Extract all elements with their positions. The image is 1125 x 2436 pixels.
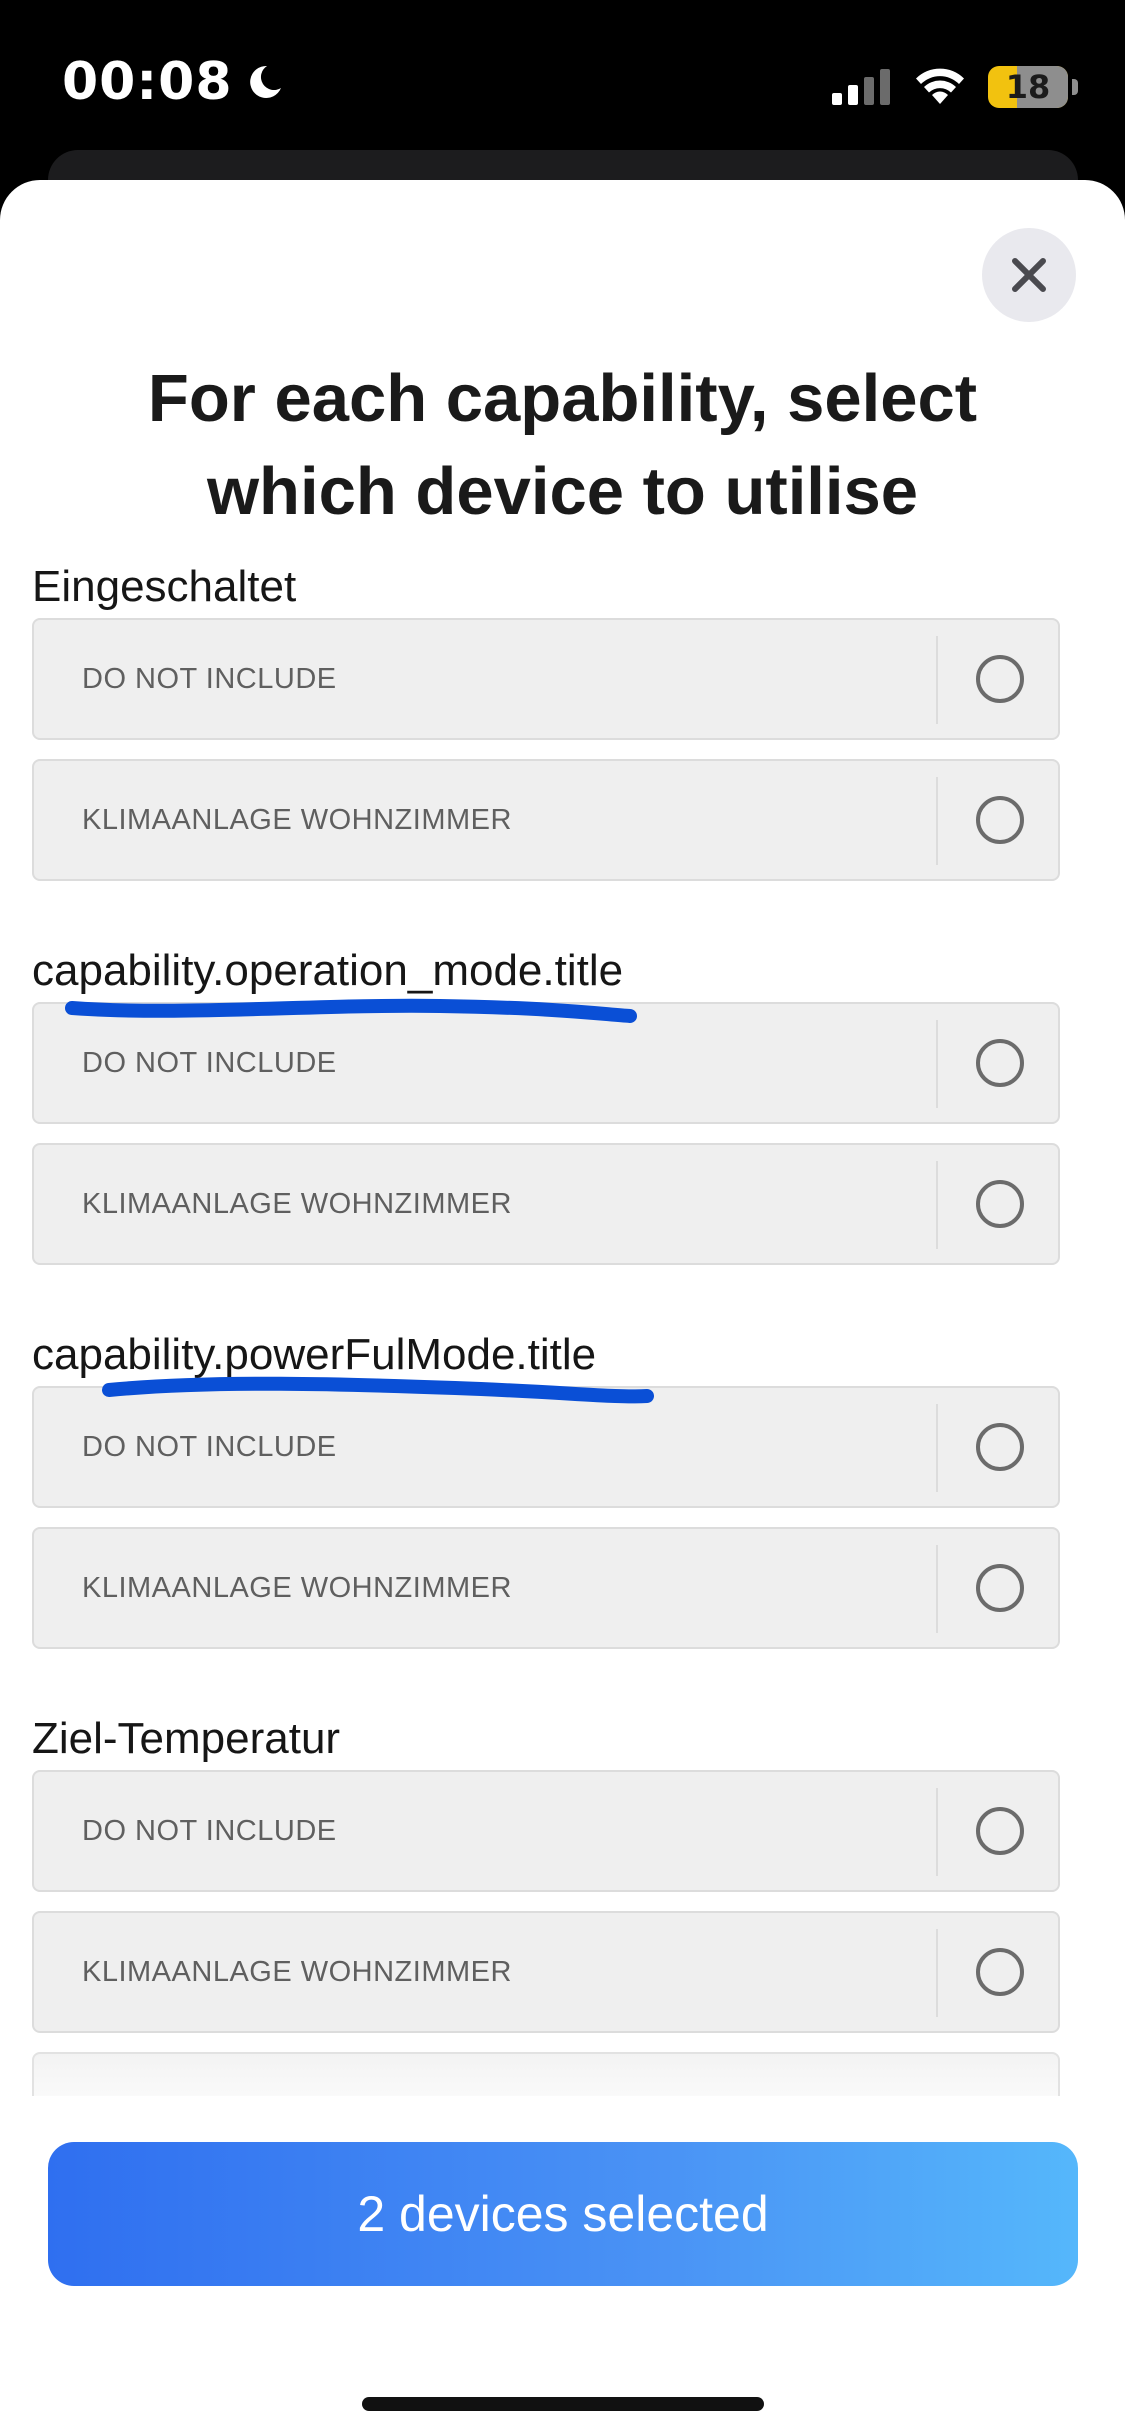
- radio-button[interactable]: [976, 1948, 1024, 1996]
- divider: [936, 777, 938, 865]
- radio-button[interactable]: [976, 796, 1024, 844]
- home-indicator: [362, 2397, 764, 2411]
- radio-button[interactable]: [976, 1423, 1024, 1471]
- option-do-not-include[interactable]: DO NOT INCLUDE: [32, 1770, 1060, 1892]
- option-label: KLIMAANLAGE WOHNZIMMER: [82, 804, 512, 836]
- status-icons: 18: [832, 66, 1078, 108]
- radio-button[interactable]: [976, 1807, 1024, 1855]
- option-device[interactable]: KLIMAANLAGE WOHNZIMMER: [32, 1143, 1060, 1265]
- battery-level: 18: [1005, 68, 1051, 106]
- option-label: KLIMAANLAGE WOHNZIMMER: [82, 1572, 512, 1604]
- battery-body: 18: [988, 66, 1068, 108]
- divider: [936, 636, 938, 724]
- section-title: Eingeschaltet: [32, 562, 297, 611]
- capability-section: Eingeschaltet DO NOT INCLUDE KLIMAANLAGE…: [32, 556, 1062, 886]
- divider: [936, 1545, 938, 1633]
- wifi-icon: [916, 68, 964, 104]
- next-section-card: [32, 2052, 1060, 2096]
- section-title: capability.operation_mode.title: [32, 946, 624, 995]
- close-icon: [1012, 258, 1046, 292]
- divider: [936, 1404, 938, 1492]
- option-label: DO NOT INCLUDE: [82, 1047, 337, 1079]
- option-do-not-include[interactable]: DO NOT INCLUDE: [32, 1002, 1060, 1124]
- capability-section: Ziel-Temperatur DO NOT INCLUDE KLIMAANLA…: [32, 1708, 1062, 2038]
- section-title: Ziel-Temperatur: [32, 1714, 341, 1763]
- battery-icon: 18: [988, 66, 1078, 108]
- option-do-not-include[interactable]: DO NOT INCLUDE: [32, 618, 1060, 740]
- close-button[interactable]: [982, 228, 1076, 322]
- option-device[interactable]: KLIMAANLAGE WOHNZIMMER: [32, 759, 1060, 881]
- screen: 00:08 18 For each capability, select whi…: [0, 0, 1125, 2436]
- status-time: 00:08: [62, 52, 233, 112]
- radio-button[interactable]: [976, 1180, 1024, 1228]
- option-label: KLIMAANLAGE WOHNZIMMER: [82, 1188, 512, 1220]
- page-title: For each capability, select which device…: [147, 361, 978, 529]
- radio-button[interactable]: [976, 1564, 1024, 1612]
- option-do-not-include[interactable]: DO NOT INCLUDE: [32, 1386, 1060, 1508]
- divider: [936, 1161, 938, 1249]
- status-bar: 00:08 18: [0, 0, 1125, 175]
- option-device[interactable]: KLIMAANLAGE WOHNZIMMER: [32, 1527, 1060, 1649]
- divider: [936, 1929, 938, 2017]
- radio-button[interactable]: [976, 655, 1024, 703]
- divider: [936, 1788, 938, 1876]
- capability-section: capability.powerFulMode.title DO NOT INC…: [32, 1324, 1062, 1654]
- section-title: capability.powerFulMode.title: [32, 1330, 597, 1379]
- devices-selected-button[interactable]: 2 devices selected: [48, 2142, 1078, 2286]
- option-device[interactable]: KLIMAANLAGE WOHNZIMMER: [32, 1911, 1060, 2033]
- option-label: DO NOT INCLUDE: [82, 663, 337, 695]
- moon-icon: [249, 65, 281, 98]
- status-time-container: 00:08: [62, 52, 285, 112]
- capability-list[interactable]: Eingeschaltet DO NOT INCLUDE KLIMAANLAGE…: [0, 556, 1125, 2096]
- option-label: DO NOT INCLUDE: [82, 1815, 337, 1847]
- option-label: DO NOT INCLUDE: [82, 1431, 337, 1463]
- capability-section: capability.operation_mode.title DO NOT I…: [32, 940, 1062, 1270]
- radio-button[interactable]: [976, 1039, 1024, 1087]
- cellular-signal-icon: [832, 69, 890, 105]
- option-label: KLIMAANLAGE WOHNZIMMER: [82, 1956, 512, 1988]
- divider: [936, 1020, 938, 1108]
